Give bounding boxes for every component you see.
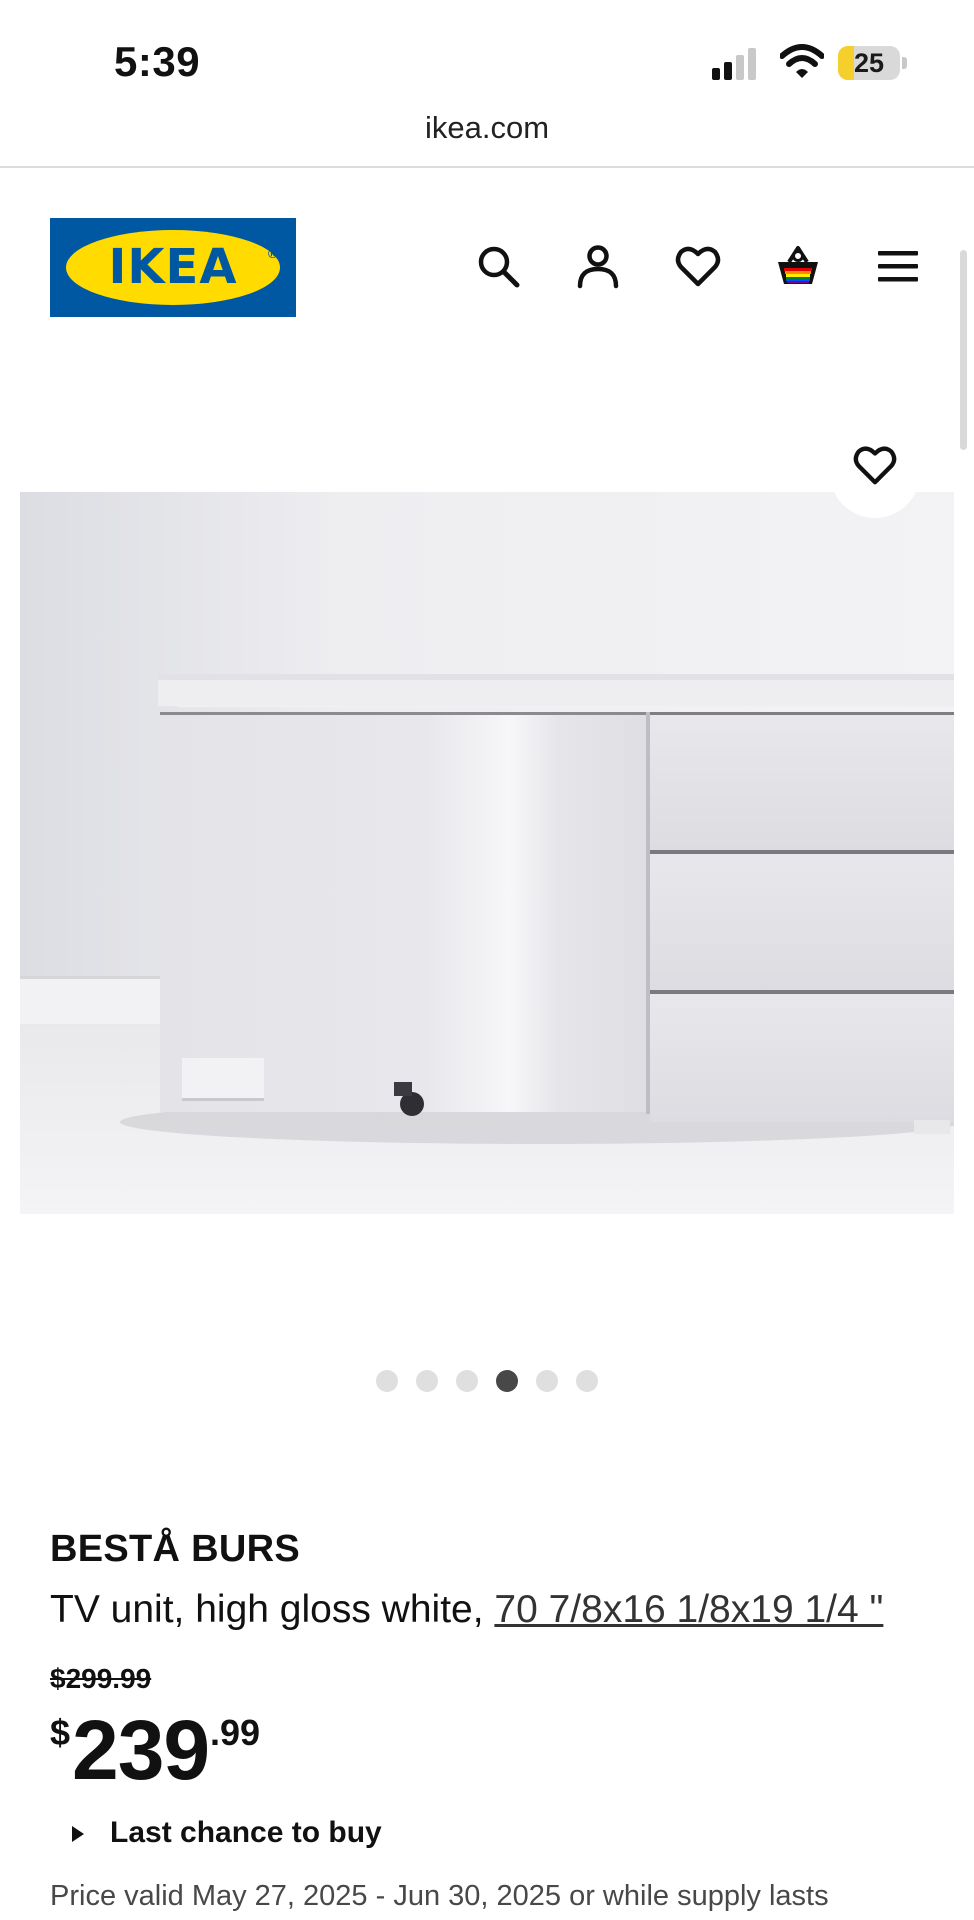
product-description-text: TV unit, high gloss white, — [50, 1588, 495, 1631]
cart-icon[interactable] — [774, 242, 822, 290]
cellular-signal-icon — [712, 48, 756, 80]
product-favorite-button[interactable] — [830, 410, 920, 518]
address-bar-divider — [0, 166, 974, 168]
wifi-icon — [780, 44, 824, 78]
product-dimensions-link[interactable]: 70 7/8x16 1/8x19 1/4 " — [494, 1588, 883, 1631]
product-image[interactable] — [20, 492, 954, 1214]
search-icon[interactable] — [474, 242, 522, 290]
heart-icon — [853, 446, 897, 485]
status-time: 5:39 — [114, 38, 201, 85]
price-currency: $ — [50, 1712, 71, 1753]
price-integer: 239 — [72, 1703, 210, 1797]
heart-icon[interactable] — [674, 242, 722, 290]
status-bar: 5:39 25 — [0, 0, 974, 120]
price-valid-text: Price valid May 27, 2025 - Jun 30, 2025 … — [50, 1880, 829, 1912]
account-icon[interactable] — [574, 242, 622, 290]
caret-right-icon — [72, 1826, 84, 1842]
carousel-dot[interactable] — [456, 1370, 478, 1392]
logo-text: IKEA — [108, 239, 238, 295]
price-decimal: .99 — [210, 1712, 261, 1753]
product-description: TV unit, high gloss white, 70 7/8x16 1/8… — [50, 1588, 883, 1632]
battery-percent: 25 — [853, 48, 885, 78]
carousel-dot[interactable] — [376, 1370, 398, 1392]
page-scrollbar[interactable] — [960, 250, 967, 450]
old-price: $299.99 — [50, 1663, 152, 1694]
carousel-dot[interactable] — [536, 1370, 558, 1392]
ikea-logo[interactable]: IKEA ® — [50, 218, 296, 317]
carousel-dot[interactable] — [576, 1370, 598, 1392]
product-name: BESTÅ BURS — [50, 1528, 301, 1570]
last-chance-label: Last chance to buy — [110, 1816, 382, 1849]
battery-icon: 25 — [838, 46, 908, 82]
carousel-dot[interactable] — [416, 1370, 438, 1392]
address-bar-url[interactable]: ikea.com — [0, 110, 974, 146]
menu-icon[interactable] — [874, 242, 922, 290]
carousel-dot-active[interactable] — [496, 1370, 518, 1392]
